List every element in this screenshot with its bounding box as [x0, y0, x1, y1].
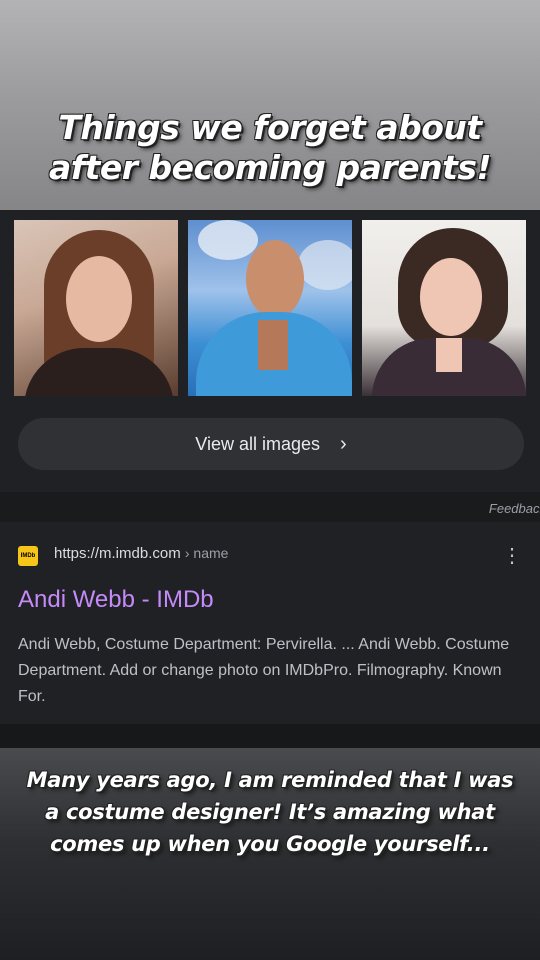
result-url[interactable]: https://m.imdb.com › name [54, 545, 228, 562]
story-headline: Things we forget about after becoming pa… [0, 108, 540, 188]
headline-line-1: Things we forget about [58, 108, 482, 147]
feedback-link[interactable]: Feedback [489, 501, 540, 516]
chevron-right-icon: › [340, 432, 347, 455]
result-url-domain: https://m.imdb.com [54, 545, 181, 562]
headline-line-2: after becoming parents! [48, 148, 492, 187]
result-snippet: Andi Webb, Costume Department: Pervirell… [18, 636, 510, 705]
divider [0, 724, 540, 748]
caption-line-1: Many years ago, I am reminded that I was [26, 768, 514, 792]
view-all-images-button[interactable]: View all images › [18, 418, 524, 470]
more-vert-icon[interactable]: ⋮ [502, 546, 522, 566]
image-thumbnails [14, 220, 526, 396]
image-thumbnail-2[interactable] [188, 220, 352, 396]
caption-line-2: a costume designer! It’s amazing what [45, 800, 495, 824]
imdb-favicon-icon: IMDb [18, 546, 38, 566]
result-url-path: › name [184, 545, 229, 561]
story-caption: Many years ago, I am reminded that I was… [0, 764, 540, 860]
view-all-label: View all images [195, 433, 321, 454]
image-thumbnail-3[interactable] [362, 220, 526, 396]
caption-line-3: comes up when you Google yourself... [50, 832, 490, 856]
search-result-imdb: IMDb https://m.imdb.com › name ⋮ Andi We… [0, 522, 540, 724]
result-title-link[interactable]: Andi Webb - IMDb [18, 586, 214, 614]
image-thumbnail-1[interactable] [14, 220, 178, 396]
feedback-bar: Feedback [0, 492, 540, 522]
image-results-panel: View all images › [0, 210, 540, 492]
